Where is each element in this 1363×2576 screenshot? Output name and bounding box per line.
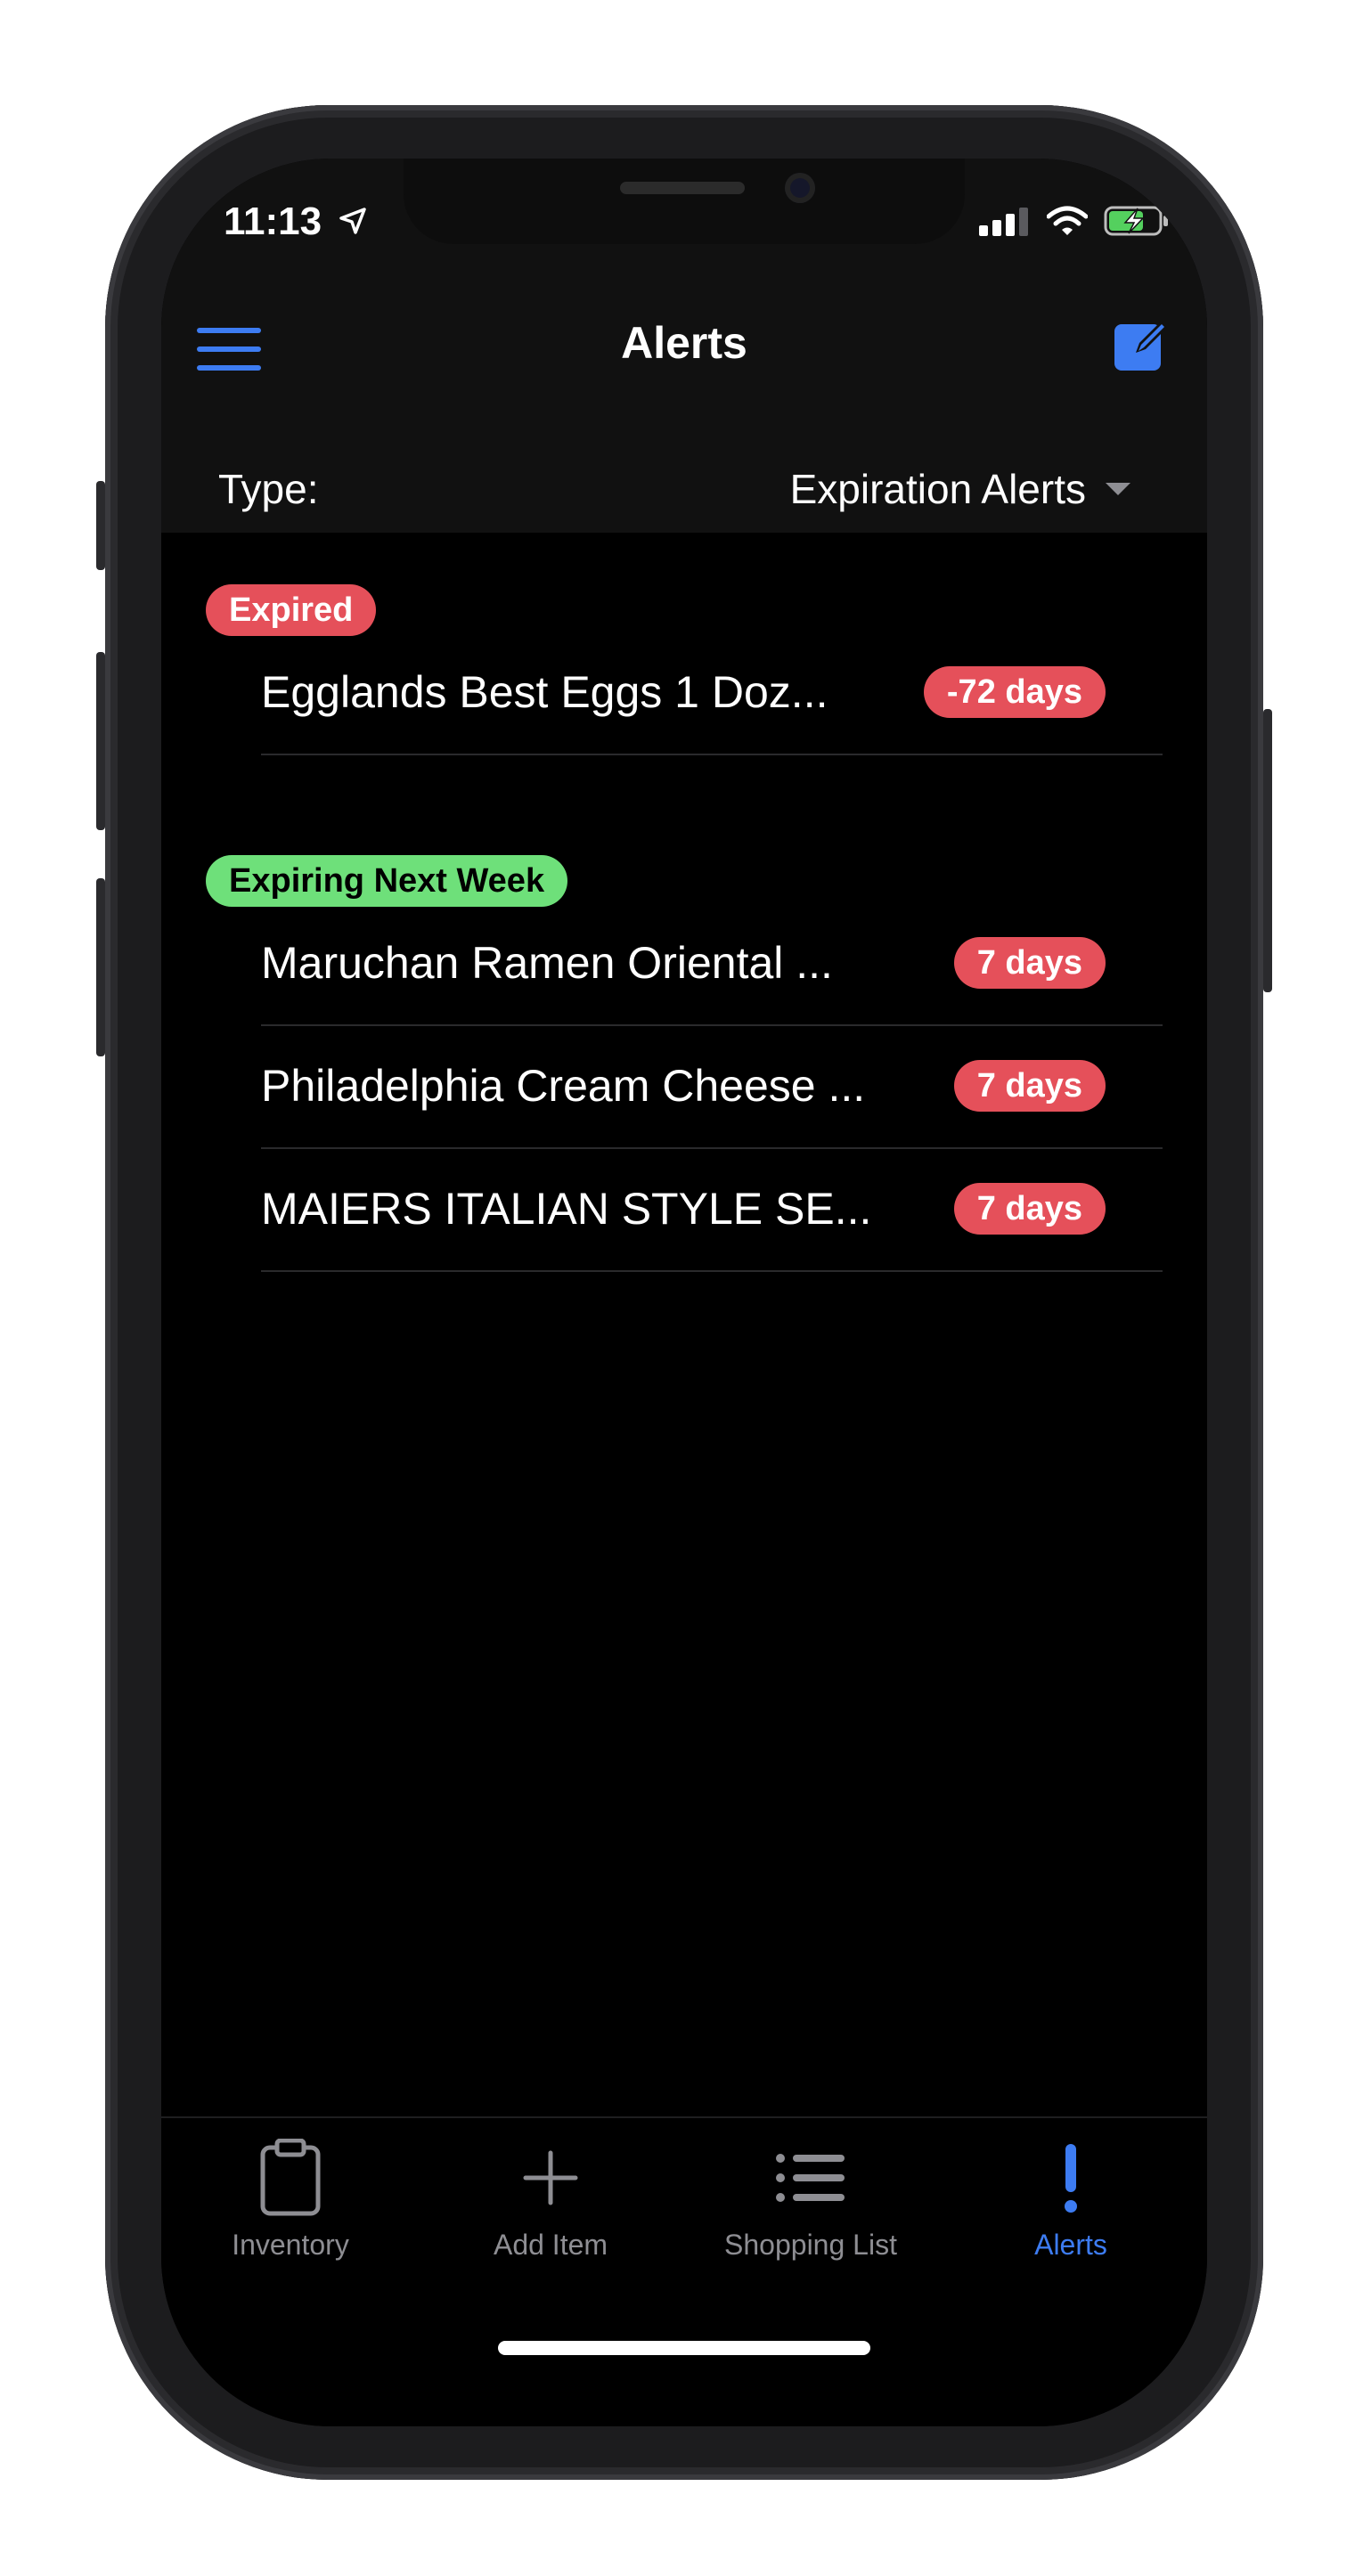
battery-charging-icon	[1104, 206, 1168, 236]
cellular-signal-icon	[979, 208, 1028, 236]
list-item[interactable]: Maruchan Ramen Oriental ... 7 days	[261, 901, 1163, 1026]
home-indicator[interactable]	[498, 2341, 870, 2355]
tab-label: Shopping List	[724, 2229, 897, 2261]
list-item[interactable]: Philadelphia Cream Cheese ... 7 days	[261, 1024, 1163, 1149]
days-badge: 7 days	[953, 1183, 1106, 1235]
item-name: Maruchan Ramen Oriental ...	[261, 938, 833, 988]
tab-inventory[interactable]: Inventory	[161, 2129, 420, 2280]
list-icon	[776, 2154, 845, 2202]
days-badge: 7 days	[953, 937, 1106, 989]
days-badge: 7 days	[953, 1060, 1106, 1112]
status-icons	[979, 205, 1170, 237]
tab-alerts[interactable]: Alerts	[942, 2129, 1200, 2280]
days-badge: -72 days	[923, 666, 1106, 718]
earpiece-speaker	[620, 182, 745, 194]
clipboard-icon	[260, 2139, 321, 2216]
tab-shopping-list[interactable]: Shopping List	[682, 2129, 940, 2280]
power-button	[1263, 709, 1272, 992]
volume-up-button	[96, 652, 105, 830]
next-week-section-badge: Expiring Next Week	[206, 855, 568, 907]
type-label: Type:	[218, 466, 319, 512]
front-camera	[785, 173, 815, 203]
list-item[interactable]: MAIERS ITALIAN STYLE SE... 7 days	[261, 1147, 1163, 1272]
item-name: MAIERS ITALIAN STYLE SE...	[261, 1184, 872, 1234]
status-time: 11:13	[224, 200, 368, 244]
tab-label: Inventory	[232, 2229, 349, 2261]
chevron-down-icon	[1106, 483, 1130, 495]
plus-icon	[523, 2150, 578, 2205]
type-dropdown[interactable]: Expiration Alerts	[790, 465, 1130, 513]
item-name: Philadelphia Cream Cheese ...	[261, 1061, 866, 1111]
type-dropdown-value: Expiration Alerts	[789, 466, 1086, 512]
list-item[interactable]: Egglands Best Eggs 1 Doz... -72 days	[261, 631, 1163, 755]
tab-label: Alerts	[1034, 2229, 1107, 2261]
exclamation-icon	[1065, 2144, 1077, 2213]
page-title: Alerts	[621, 318, 747, 368]
screen: 11:13 Alerts Type: Expiration Alerts Exp…	[161, 159, 1207, 2426]
notch	[404, 159, 965, 244]
volume-down-button	[96, 878, 105, 1056]
compose-icon[interactable]	[1113, 315, 1170, 372]
silent-switch	[96, 481, 105, 570]
location-arrow-icon	[339, 208, 367, 234]
type-filter-row: Type: Expiration Alerts	[161, 442, 1207, 533]
header: 11:13 Alerts Type: Expiration Alerts	[161, 159, 1207, 533]
tab-add-item[interactable]: Add Item	[421, 2129, 680, 2280]
tab-label: Add Item	[493, 2229, 608, 2261]
expired-section-badge: Expired	[206, 584, 377, 636]
tab-bar: Inventory Add Item Shopping List Alerts	[161, 2116, 1207, 2426]
wifi-icon	[1047, 206, 1088, 235]
item-name: Egglands Best Eggs 1 Doz...	[261, 667, 828, 717]
